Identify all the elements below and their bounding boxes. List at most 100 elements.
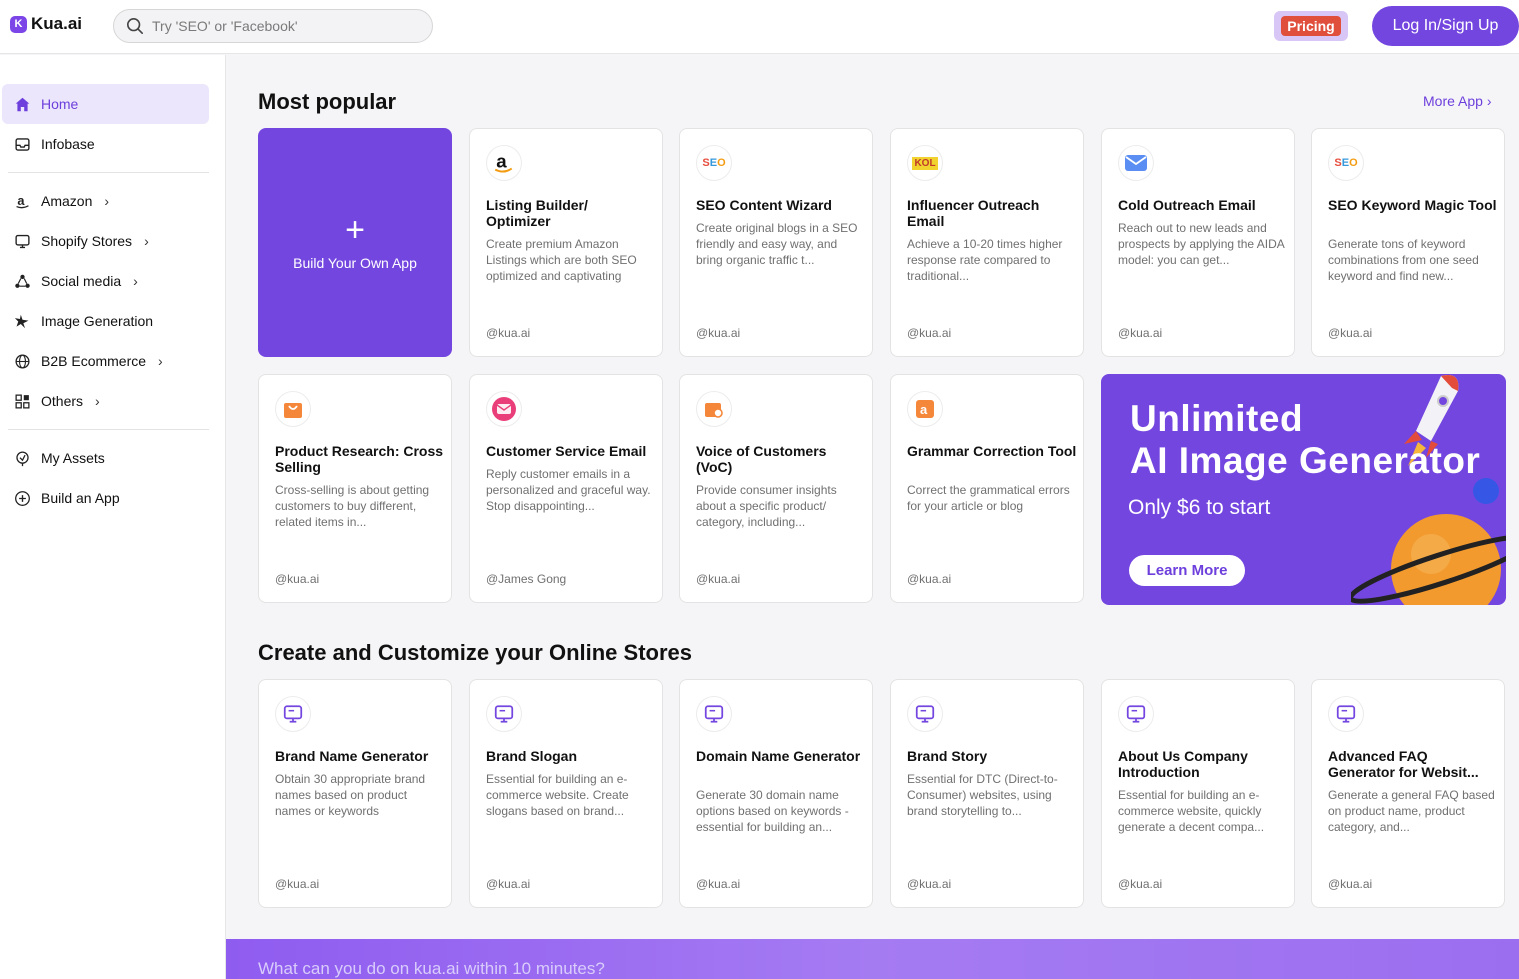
banner-line-1: Unlimited [1130, 398, 1304, 439]
logo-text: Kua.ai [31, 14, 83, 33]
inbox-icon [15, 137, 30, 151]
app-card-title: Advanced FAQ Generator for Websit... [1328, 748, 1479, 780]
sidebar: Home Infobase a Amazon › Shopify Stores … [0, 55, 226, 979]
sidebar-divider [8, 429, 209, 430]
app-card-author: @kua.ai [907, 326, 952, 340]
sidebar-item-label: Shopify Stores [41, 233, 133, 249]
sidebar-item-label: B2B Ecommerce [41, 353, 147, 369]
mail-icon [1118, 145, 1154, 181]
sidebar-item-b2b-ecommerce[interactable]: B2B Ecommerce › [2, 341, 209, 381]
chevron-right-icon: › [158, 353, 163, 369]
chevron-right-icon: › [144, 233, 149, 249]
app-card-listing-builder[interactable]: a Listing Builder/ Optimizer Create prem… [469, 128, 663, 357]
sidebar-item-image-generation[interactable]: Image Generation [2, 301, 209, 341]
app-card-brand-name-generator[interactable]: Brand Name Generator Obtain 30 appropria… [258, 679, 452, 908]
app-card-about-us[interactable]: About Us Company Introduction Essential … [1101, 679, 1295, 908]
svg-text:a: a [920, 402, 928, 417]
monitor-icon [1328, 696, 1364, 732]
home-icon [15, 97, 30, 111]
build-your-own-app-card[interactable]: + Build Your Own App [258, 128, 452, 357]
app-card-brand-slogan[interactable]: Brand Slogan Essential for building an e… [469, 679, 663, 908]
more-app-label: More App [1423, 93, 1483, 109]
app-card-desc: Generate tons of keyword combinations fr… [1328, 237, 1479, 283]
app-card-author: @kua.ai [907, 572, 952, 586]
section-title-most-popular: Most popular [258, 89, 397, 114]
search-box[interactable] [113, 9, 433, 43]
app-card-brand-story[interactable]: Brand Story Essential for DTC (Direct-to… [890, 679, 1084, 908]
grid-icon [15, 393, 30, 409]
app-card-domain-name-generator[interactable]: Domain Name Generator Generate 30 domain… [679, 679, 873, 908]
app-card-author: @kua.ai [696, 572, 741, 586]
sidebar-item-amazon[interactable]: a Amazon › [2, 181, 209, 221]
pricing-label: Pricing [1281, 16, 1341, 36]
app-card-product-research[interactable]: Product Research: Cross Selling Cross-se… [258, 374, 452, 603]
app-card-author: @kua.ai [907, 877, 952, 891]
sidebar-item-my-assets[interactable]: My Assets [2, 438, 209, 478]
sidebar-item-infobase[interactable]: Infobase [2, 124, 209, 164]
sidebar-item-label: Social media [41, 273, 122, 289]
share-icon [15, 274, 30, 288]
app-card-voice-of-customers[interactable]: Voice of Customers (VoC) Provide consume… [679, 374, 873, 603]
amazon-icon: a [16, 193, 29, 208]
app-card-seo-keyword-magic-tool[interactable]: SEO SEO Keyword Magic Tool Generate tons… [1311, 128, 1505, 357]
app-card-desc: Generate a general FAQ based on product … [1328, 788, 1495, 834]
app-card-desc: Generate 30 domain name options based on… [696, 788, 849, 834]
app-card-desc: Reach out to new leads and prospects by … [1118, 221, 1285, 267]
app-card-title: Influencer Outreach Email [907, 197, 1040, 229]
app-card-title: Brand Slogan [486, 748, 578, 764]
app-card-desc: Correct the grammatical errors for your … [907, 483, 1070, 513]
app-card-seo-content-wizard[interactable]: SEO SEO Content Wizard Create original b… [679, 128, 873, 357]
app-card-title: Product Research: Cross Selling [275, 443, 444, 475]
app-card-customer-service-email[interactable]: Customer Service Email Reply customer em… [469, 374, 663, 603]
sidebar-item-home[interactable]: Home [2, 84, 209, 124]
app-card-title: About Us Company Introduction [1118, 748, 1248, 780]
app-card-author: @kua.ai [1118, 877, 1163, 891]
app-card-author: @kua.ai [1118, 326, 1163, 340]
learn-more-button[interactable]: Learn More [1129, 555, 1245, 586]
sidebar-item-label: Build an App [41, 490, 120, 506]
section-title-online-stores: Create and Customize your Online Stores [258, 640, 692, 665]
app-card-author: @kua.ai [696, 326, 741, 340]
app-card-author: @kua.ai [696, 877, 741, 891]
app-card-desc: Essential for building an e-commerce web… [1118, 788, 1265, 834]
app-card-influencer-outreach-email[interactable]: KOL Influencer Outreach Email Achieve a … [890, 128, 1084, 357]
app-card-title: SEO Content Wizard [696, 197, 832, 213]
app-card-author: @kua.ai [275, 877, 320, 891]
monitor-icon [275, 696, 311, 732]
mail-icon [486, 391, 522, 427]
sidebar-divider [8, 172, 209, 173]
search-input[interactable] [152, 18, 412, 34]
logo[interactable]: K Kua.ai [10, 14, 82, 34]
more-app-link[interactable]: More App › [1423, 93, 1492, 109]
chevron-right-icon: › [95, 393, 100, 409]
sidebar-item-build-an-app[interactable]: Build an App [2, 478, 209, 518]
pricing-button[interactable]: Pricing [1274, 11, 1348, 41]
plus-icon: + [345, 210, 365, 249]
app-card-title: Brand Name Generator [275, 748, 429, 764]
app-card-desc: Obtain 30 appropriate brand names based … [275, 772, 426, 818]
chevron-right-icon: › [133, 273, 138, 289]
app-card-author: @kua.ai [1328, 877, 1373, 891]
login-signup-button[interactable]: Log In/Sign Up [1372, 6, 1519, 46]
sidebar-item-label: Home [41, 96, 79, 112]
app-card-title: Voice of Customers (VoC) [696, 443, 827, 475]
app-card-title: Customer Service Email [486, 443, 647, 459]
sidebar-item-shopify-stores[interactable]: Shopify Stores › [2, 221, 209, 261]
sidebar-item-label: My Assets [41, 450, 105, 466]
monitor-icon [1118, 696, 1154, 732]
monitor-icon [907, 696, 943, 732]
app-card-grammar-correction-tool[interactable]: a Grammar Correction Tool Correct the gr… [890, 374, 1084, 603]
search-icon [126, 17, 144, 35]
image-generator-banner[interactable]: Unlimited AI Image Generator Only $6 to … [1101, 374, 1506, 605]
app-card-cold-outreach-email[interactable]: Cold Outreach Email Reach out to new lea… [1101, 128, 1295, 357]
app-card-desc: Essential for building an e-commerce web… [486, 772, 629, 818]
promo-footer-text: What can you do on kua.ai within 10 minu… [258, 959, 605, 978]
banner-subtitle: Only $6 to start [1128, 496, 1271, 519]
build-your-own-app-label: Build Your Own App [293, 254, 417, 271]
logo-mark-icon: K [10, 15, 27, 33]
app-card-advanced-faq-generator[interactable]: Advanced FAQ Generator for Websit... Gen… [1311, 679, 1505, 908]
app-card-desc: Essential for DTC (Direct-to-Consumer) w… [907, 772, 1058, 818]
monitor-icon [486, 696, 522, 732]
sidebar-item-others[interactable]: Others › [2, 381, 209, 421]
sidebar-item-social-media[interactable]: Social media › [2, 261, 209, 301]
